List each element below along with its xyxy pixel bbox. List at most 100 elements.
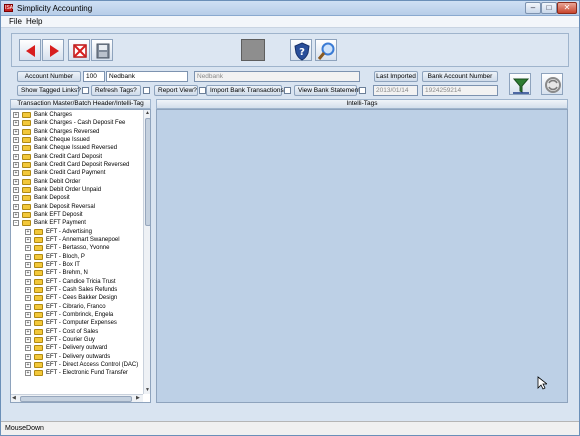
show-tagged-links-checkbox[interactable] (82, 87, 89, 94)
tree-item[interactable]: + Bank Charges Reversed (11, 128, 143, 136)
tree-child-item[interactable]: + EFT - Electronic Fund Transfer (11, 369, 143, 377)
expand-icon[interactable]: + (25, 303, 31, 310)
maximize-button[interactable]: □ (541, 2, 557, 14)
expand-icon[interactable]: + (25, 270, 31, 277)
tree-child-item[interactable]: + EFT - Annemart Swanepoel (11, 236, 143, 244)
expand-icon[interactable]: + (13, 112, 19, 118)
tree-item[interactable]: + Bank Credit Card Deposit Reversed (11, 161, 143, 169)
tree-horizontal-scrollbar[interactable]: ◀ ▶ (11, 394, 143, 402)
menu-help[interactable]: Help (26, 17, 42, 27)
expand-icon[interactable]: + (13, 136, 19, 143)
tree-child-item[interactable]: + EFT - Cost of Sales (11, 328, 143, 336)
expand-icon[interactable]: + (13, 203, 19, 210)
previous-record-button[interactable] (19, 39, 41, 61)
expand-icon[interactable]: + (25, 286, 31, 293)
tree-item[interactable]: + Bank Debit Order (11, 178, 143, 186)
expand-icon[interactable]: + (25, 353, 31, 360)
collapse-icon[interactable]: − (13, 220, 19, 227)
expand-icon[interactable]: + (25, 320, 31, 327)
account-name-input[interactable]: Nedbank (106, 71, 188, 82)
folder-icon (22, 161, 31, 168)
account-number-input[interactable]: 100 (83, 71, 105, 82)
tree-child-item[interactable]: + EFT - Cash Sales Refunds (11, 286, 143, 294)
expand-icon[interactable]: + (13, 178, 19, 185)
expand-icon[interactable]: + (25, 345, 31, 352)
expand-icon[interactable]: + (25, 253, 31, 260)
tree-item[interactable]: + Bank Charges - Cash Deposit Fee (11, 119, 143, 127)
tree-child-item[interactable]: + EFT - Courier Guy (11, 336, 143, 344)
tree-vertical-scrollbar[interactable]: ▲ ▼ (143, 110, 150, 394)
tree-child-item[interactable]: + EFT - Delivery outwards (11, 353, 143, 361)
tree-item[interactable]: + Bank Cheque Issued (11, 136, 143, 144)
tree-child-item[interactable]: + EFT - Combrinck, Engela (11, 311, 143, 319)
menu-file[interactable]: File (9, 17, 22, 27)
expand-icon[interactable]: + (25, 295, 31, 302)
import-filter-button[interactable] (509, 73, 531, 95)
expand-icon[interactable]: + (13, 120, 19, 127)
close-button[interactable]: ✕ (557, 2, 577, 14)
tree-item[interactable]: + Bank Credit Card Payment (11, 169, 143, 177)
help-button[interactable]: ? (290, 39, 312, 61)
next-record-button[interactable] (42, 39, 64, 61)
search-button[interactable] (315, 39, 337, 61)
blank-tool-button[interactable] (241, 39, 265, 61)
expand-icon[interactable]: + (25, 336, 31, 343)
tree-child-item[interactable]: + EFT - Box IT (11, 261, 143, 269)
tree-item[interactable]: + Bank Cheque Issued Reversed (11, 144, 143, 152)
expand-icon[interactable]: + (25, 245, 31, 252)
tree-child-item[interactable]: + EFT - Bertasso, Yvonne (11, 244, 143, 252)
scroll-down-icon[interactable]: ▼ (145, 387, 150, 393)
expand-icon[interactable]: + (25, 328, 31, 335)
tree-item[interactable]: + Bank Deposit Reversal (11, 203, 143, 211)
tree-item-label: EFT - Candice Tricia Trust (46, 278, 116, 285)
tree-item[interactable]: + Bank EFT Deposit (11, 211, 143, 219)
report-view-checkbox[interactable] (199, 87, 206, 94)
expand-icon[interactable]: + (25, 370, 31, 377)
tree-child-item[interactable]: + EFT - Cibrario, Franco (11, 303, 143, 311)
tree-horizontal-scroll-thumb[interactable] (20, 396, 132, 402)
expand-icon[interactable]: + (25, 278, 31, 285)
tree-child-item[interactable]: + EFT - Bloch, P (11, 253, 143, 261)
expand-icon[interactable]: + (13, 186, 19, 193)
save-record-button[interactable] (91, 39, 113, 61)
refresh-tags-checkbox[interactable] (143, 87, 150, 94)
expand-icon[interactable]: + (25, 228, 31, 235)
refresh-button[interactable] (541, 73, 563, 95)
expand-icon[interactable]: + (25, 361, 31, 368)
tree-child-item[interactable]: + EFT - Advertising (11, 228, 143, 236)
expand-icon[interactable]: + (13, 153, 19, 160)
tree-child-item[interactable]: + EFT - Cees Bakker Design (11, 294, 143, 302)
tree-child-item[interactable]: + EFT - Computer Expenses (11, 319, 143, 327)
expand-icon[interactable]: + (13, 128, 19, 135)
minimize-button[interactable]: – (525, 2, 541, 14)
expand-icon[interactable]: + (13, 195, 19, 202)
view-bank-statement-checkbox[interactable] (359, 87, 366, 94)
tree-item[interactable]: + Bank Credit Card Deposit (11, 153, 143, 161)
tree-child-item[interactable]: + EFT - Delivery outward (11, 344, 143, 352)
tree-item[interactable]: − Bank EFT Payment (11, 219, 143, 227)
tree-item[interactable]: + Bank Deposit (11, 194, 143, 202)
tree-item[interactable]: + Bank Debit Order Unpaid (11, 186, 143, 194)
expand-icon[interactable]: + (13, 145, 19, 152)
intelli-tags-panel[interactable] (156, 109, 568, 403)
scroll-right-icon[interactable]: ▶ (136, 395, 140, 401)
tree-child-item[interactable]: + EFT - Direct Access Control (DAC) (11, 361, 143, 369)
show-tagged-links-label: Show Tagged Links? (17, 85, 81, 96)
tree-item[interactable]: + Bank Charges (11, 111, 143, 119)
delete-record-button[interactable] (68, 39, 90, 61)
expand-icon[interactable]: + (25, 311, 31, 318)
expand-icon[interactable]: + (13, 211, 19, 218)
import-bank-transactions-checkbox[interactable] (284, 87, 291, 94)
tree-child-item[interactable]: + EFT - Brehm, N (11, 269, 143, 277)
expand-icon[interactable]: + (25, 261, 31, 268)
scroll-left-icon[interactable]: ◀ (12, 395, 16, 401)
expand-icon[interactable]: + (13, 161, 19, 168)
transaction-tree[interactable]: + Bank Charges + Bank Charges - Cash Deposi… (10, 109, 151, 403)
folder-icon (22, 128, 31, 135)
expand-icon[interactable]: + (25, 236, 31, 243)
title-bar[interactable]: ISA Simplicity Accounting – □ ✕ (1, 1, 579, 16)
expand-icon[interactable]: + (13, 170, 19, 177)
scroll-up-icon[interactable]: ▲ (145, 110, 150, 116)
tree-vertical-scroll-thumb[interactable] (145, 118, 150, 226)
tree-child-item[interactable]: + EFT - Candice Tricia Trust (11, 278, 143, 286)
